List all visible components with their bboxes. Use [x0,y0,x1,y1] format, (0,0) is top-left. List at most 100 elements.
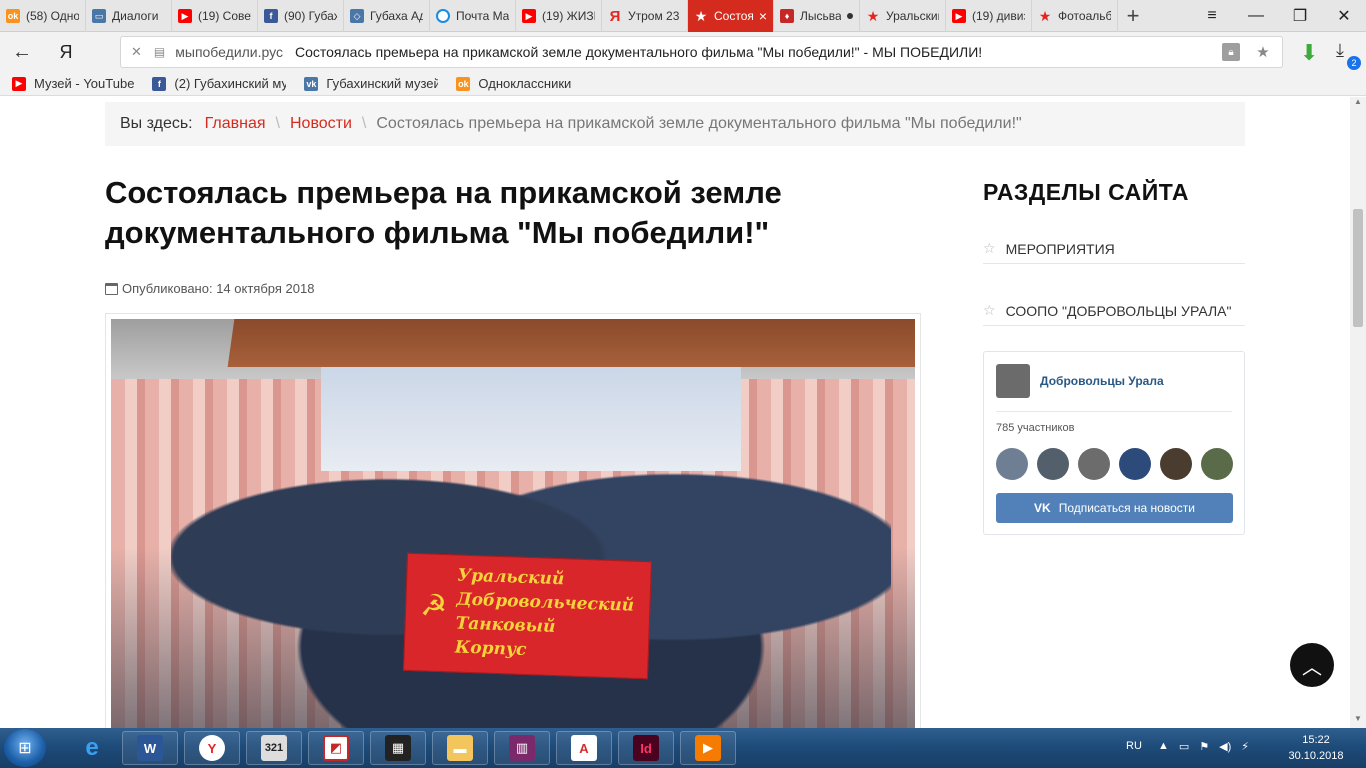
system-tray: ▲ ▭ ⚑ ◀) ⚡ [1158,740,1249,753]
start-button[interactable]: ⊞ [4,729,46,767]
sidebar-item-events[interactable]: ☆ МЕРОПРИЯТИЯ [983,234,1245,264]
word-icon: W [137,735,163,761]
breadcrumb: Вы здесь: Главная \ Новости \ Состоялась… [105,102,1245,146]
mail-icon [436,9,450,23]
downloads-icon[interactable]: ⤓ [1336,40,1344,61]
sidebar-item-volunteers[interactable]: ☆ СООПО "ДОБРОВОЛЬЦЫ УРАЛА" [983,296,1245,326]
article-photo[interactable]: ☭ Уральский Добровольческий Танковый Кор… [111,319,915,728]
bookmark-museum-vk[interactable]: vk Губахинский музей [304,76,438,91]
vk-group-name[interactable]: Добровольцы Урала [1040,374,1164,388]
odnoklassniki-icon: ok [6,9,20,23]
clock-date: 30.10.2018 [1288,750,1344,762]
bookmarks-bar: ▶Музей - YouTube f(2) Губахинский музей … [0,72,1366,96]
winrar-icon: ▥ [509,735,535,761]
taskbar-yandex[interactable]: Y [184,731,240,765]
tab-photoalbum[interactable]: ★ Фотоальбом [1032,0,1118,32]
vk-messages-icon: ▭ [92,9,106,23]
published-text: Опубликовано: 14 октября 2018 [122,281,315,296]
bookmark-label: Музей - YouTube [34,76,135,91]
bookmark-star-icon[interactable]: ★ [1254,43,1272,61]
member-avatar[interactable] [1078,448,1110,480]
show-hidden-icon[interactable]: ▲ [1158,740,1169,753]
tab-title: (19) дивизия [972,9,1025,23]
vk-group-header[interactable]: Добровольцы Урала [996,364,1164,398]
taskbar-video[interactable]: ▦ [370,731,426,765]
page-scrollbar[interactable]: ▲ ▼ [1350,97,1366,728]
language-indicator[interactable]: RU [1126,740,1142,752]
tab-facebook[interactable]: f (90) Губаха [258,0,344,32]
article-title: Состоялась премьера на прикамской земле … [105,175,782,250]
taskbar-321[interactable]: 321 [246,731,302,765]
member-avatar[interactable] [1160,448,1192,480]
power-icon[interactable]: ⚡ [1241,740,1249,753]
member-avatar[interactable] [1201,448,1233,480]
close-tab-icon[interactable]: × [759,8,767,24]
tab-youtube-3[interactable]: ▶ (19) дивизия [946,0,1032,32]
tab-yandex[interactable]: Я Утром 23 [602,0,688,32]
star-icon: ★ [866,7,880,24]
yandex-logo[interactable]: Я [44,42,88,63]
sidebar-item-label: СООПО "ДОБРОВОЛЬЦЫ УРАЛА" [1005,302,1232,319]
lock-icon[interactable]: 🔒︎ [1222,43,1240,61]
taskbar-video-converter[interactable]: ▶ [680,731,736,765]
taskbar-explorer[interactable]: ▬ [432,731,488,765]
tab-title: Утром 23 [628,9,680,23]
site-info-icon[interactable]: ▤ [154,45,165,59]
url-field[interactable]: ✕ ▤ мыпобедили.рус Состоялась премьера н… [120,36,1283,68]
member-avatar[interactable] [1037,448,1069,480]
breadcrumb-news-link[interactable]: Новости [290,115,352,133]
close-window-icon[interactable]: ✕ [1322,6,1366,26]
bookmark-odnoklassniki[interactable]: ok Одноклассники [456,76,571,91]
tab-gubakha-admin[interactable]: ◇ Губаха Администрация [344,0,430,32]
vk-group-avatar[interactable] [996,364,1030,398]
minimize-icon[interactable]: — [1234,7,1278,25]
member-avatar[interactable] [1119,448,1151,480]
breadcrumb-home-link[interactable]: Главная [205,115,266,133]
tab-mail[interactable]: Почта Mail.ru [430,0,516,32]
tab-title: Губаха Администрация [370,9,423,23]
breadcrumb-here: Вы здесь: [120,115,193,132]
back-arrow-icon[interactable]: ← [0,41,44,64]
tab-title: Почта Mail.ru [456,9,509,23]
youtube-icon: ▶ [12,76,26,91]
tab-youtube-1[interactable]: ▶ (19) Советский [172,0,258,32]
breadcrumb-separator: \ [275,115,280,132]
scrollbar-thumb[interactable] [1353,209,1363,327]
taskbar-pdf[interactable]: A [556,731,612,765]
bookmark-museum-youtube[interactable]: ▶ Музей - YouTube [12,76,134,91]
reload-icon[interactable]: ✕ [131,44,142,60]
taskbar-winrar[interactable]: ▥ [494,731,550,765]
tab-youtube-2[interactable]: ▶ (19) ЖИЗНЬ [516,0,602,32]
tab-lysva[interactable]: ♦ Лысьва [774,0,860,32]
taskbar-indesign[interactable]: Id [618,731,674,765]
network-icon[interactable]: ▭ [1179,740,1189,753]
address-bar: ← Я ✕ ▤ мыпобедили.рус Состоялась премье… [0,32,1366,72]
flag-icon[interactable]: ⚑ [1199,740,1209,753]
tab-uralsky[interactable]: ★ Уральский [860,0,946,32]
vk-subscribe-button[interactable]: VK Подписаться на новости [996,493,1233,523]
tab-odnoklassniki[interactable]: ok (58) Одноклассники [0,0,86,32]
taskbar-word[interactable]: W [122,731,178,765]
video-icon: ▦ [385,735,411,761]
bookmark-museum-facebook[interactable]: f (2) Губахинский музей [152,76,286,91]
member-avatar[interactable] [996,448,1028,480]
taskbar-picture-editor[interactable]: ◩ [308,731,364,765]
clock-time: 15:22 [1302,734,1330,746]
shield-icon: ♦ [780,9,794,23]
menu-icon[interactable]: ≡ [1190,7,1234,25]
scroll-up-icon[interactable]: ▲ [1350,97,1366,111]
taskbar-clock[interactable]: 15:22 30.10.2018 [1278,732,1354,764]
taskbar-ie[interactable]: e [64,731,120,765]
volume-icon[interactable]: ◀) [1219,740,1231,753]
breadcrumb-current: Состоялась премьера на прикамской земле … [376,115,1022,132]
tab-vk-dialogs[interactable]: ▭ Диалоги [86,0,172,32]
internet-explorer-icon: e [85,734,99,761]
scroll-down-icon[interactable]: ▼ [1350,714,1366,728]
tab-current-article[interactable]: ★ Состоялась × [688,0,774,32]
restore-icon[interactable]: ❐ [1278,6,1322,26]
star-icon: ★ [694,7,708,24]
scroll-to-top-button[interactable]: ︿ [1290,643,1334,687]
new-tab-button[interactable]: + [1118,0,1148,31]
yandex-icon: Я [609,7,621,25]
download-arrow-icon[interactable]: ⬇ [1300,40,1318,66]
